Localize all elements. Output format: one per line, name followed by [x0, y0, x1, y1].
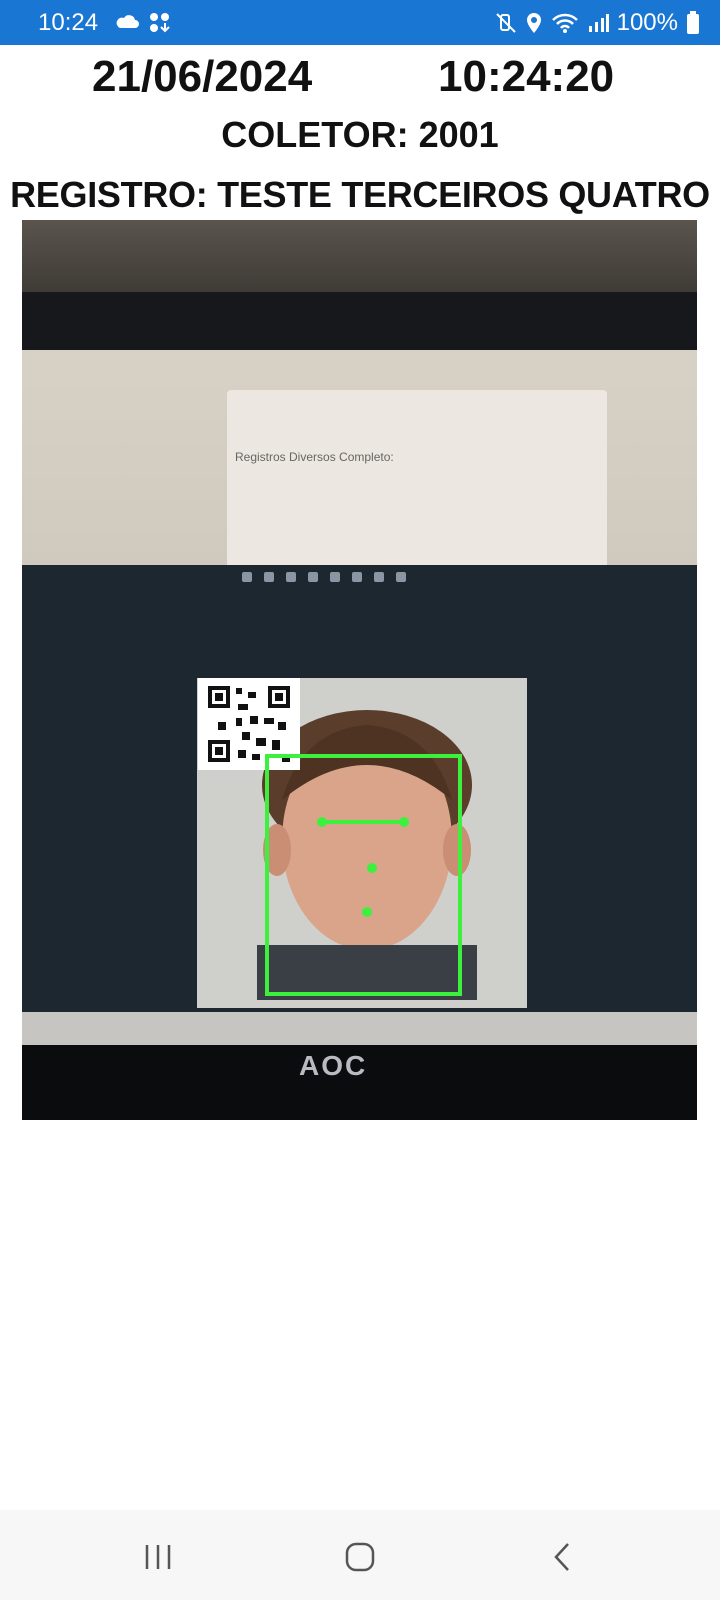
current-time: 10:24:20: [438, 52, 615, 101]
datetime-row: 21/06/2024 10:24:20: [0, 52, 720, 106]
monitor-brand-logo: AOC: [299, 1050, 368, 1081]
current-date: 21/06/2024: [92, 52, 313, 101]
status-bar: 10:24 100%: [0, 0, 720, 45]
cloud-icon: [116, 15, 139, 28]
back-button[interactable]: [532, 1532, 592, 1582]
monitor-taskbar: [22, 1012, 697, 1047]
signal-icon: [588, 14, 609, 32]
recent-apps-button[interactable]: [128, 1532, 188, 1582]
location-icon: [526, 13, 541, 33]
notification-dots-icon: [150, 13, 170, 33]
registro-label: REGISTRO: TESTE TERCEIROS QUATRO: [10, 174, 710, 215]
battery-percent: 100%: [616, 9, 678, 36]
face-landmarks: [317, 817, 409, 917]
home-button[interactable]: [330, 1532, 390, 1582]
back-icon: [554, 1543, 569, 1571]
mute-vibrate-icon: [495, 13, 516, 33]
navigation-bar: [0, 1510, 720, 1600]
battery-icon: [687, 11, 699, 34]
camera-preview[interactable]: Registros Diversos Completo: 95 AOC: [22, 220, 697, 1120]
home-icon: [345, 1542, 375, 1572]
collector-label: COLETOR: 2001: [221, 114, 499, 155]
status-time: 10:24: [38, 9, 99, 36]
wifi-icon: [551, 13, 578, 33]
recent-apps-icon: [145, 1545, 171, 1569]
